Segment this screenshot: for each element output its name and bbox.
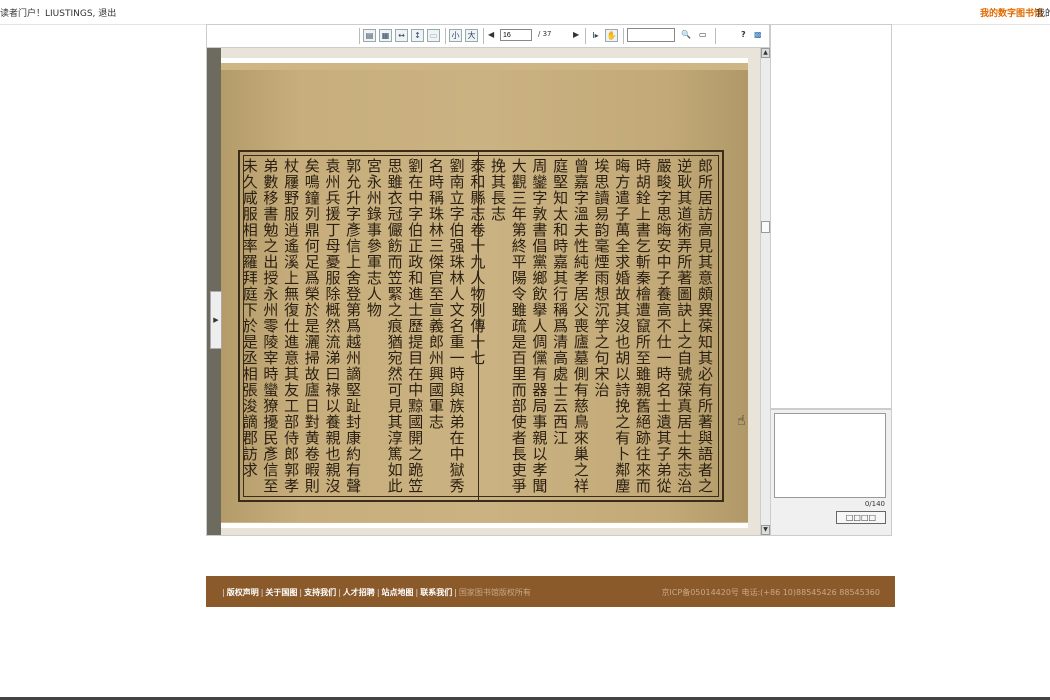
previous-page-icon[interactable]: ◀ [488,30,494,39]
footer-link-jobs[interactable]: 人才招聘 [343,588,375,597]
text-column: 郭允升字彥信上舍登第爲越州謫堅趾封康約有聲攸 [344,158,363,494]
fit-width-icon[interactable]: ↔ [395,29,408,42]
my-reading-link[interactable]: 我的阅 [1036,6,1050,19]
text-frame: 郎所居訪高見其意頗異葆知其必有所著與語者之 逆耿其道術弄所著圖訣上之自號葆真居士朱… [238,150,724,502]
fit-page-icon[interactable]: ▭ [427,29,440,42]
note-input[interactable] [774,413,886,498]
page-area[interactable]: 郎所居訪高見其意頗異葆知其必有所著與語者之 逆耿其道術弄所著圖訣上之自號葆真居士朱… [207,48,760,535]
page-number-input[interactable] [500,29,532,41]
next-page-icon[interactable]: ▶ [573,30,579,39]
toolbar-separator [483,28,484,44]
scroll-up-icon[interactable]: ▲ [761,48,770,58]
text-column: 劉在中字伯正政和進士歷提目在中黥國開之跪笠謝 [406,158,425,494]
character-count: 0/140 [864,500,885,508]
qr-code-icon[interactable]: ▩ [754,30,762,39]
text-column: 嚴畯字思晦安中子養高不仕一時名士遺其子弟從游 [654,158,673,494]
footer-link-sitemap[interactable]: 站点地图 [382,588,414,597]
fullscreen-icon[interactable]: ▭ [699,30,707,39]
toolbar-separator [623,28,624,44]
search-input[interactable] [627,28,675,42]
footer-link-about[interactable]: 关于国图 [265,588,297,597]
text-column: 泰和縣志卷十九人物列傳十七 [468,158,487,366]
text-column: 矣鳴鐘列鼎何足爲榮於是灑掃故廬日對黄卷暇則 [302,158,321,494]
footer-link-contact[interactable]: 联系我们 [420,588,452,597]
viewer-toolbar: ▤ ▦ ↔ ↕ ▭ 小 大 ◀ / 37 ▶ I▸ ✋ 🔍 ▭ ? ▩ [207,25,769,48]
expand-sidebar-icon[interactable]: ▶ [210,291,222,349]
user-greeting: 读者门户！LIUSTINGS, 退出 [0,6,116,19]
fit-height-icon[interactable]: ↕ [411,29,424,42]
logout-link[interactable]: 退出 [98,9,116,19]
scroll-down-icon[interactable]: ▼ [761,525,770,535]
text-column: 思雖衣冠儼飭而笠緊之痕猶宛然可見其淳篤如此 [385,158,404,494]
text-column: 時胡銓上書乞斬秦檜遭竄所至雖親舊絕跡往來而思 [633,158,652,494]
search-icon[interactable]: 🔍 [681,30,691,39]
footer-link-copyright[interactable]: 版权声明 [227,588,259,597]
document-viewer: ▤ ▦ ↔ ↕ ▭ 小 大 ◀ / 37 ▶ I▸ ✋ 🔍 ▭ ? ▩ [206,24,770,536]
text-column: 杖屨野服逍遙溪上無復仕進意其友工部侍郎郭孝 [282,158,301,494]
text-column: 弟數移書勉之出授永州零陵宰時蠻獠擾民彥信至 [261,158,280,494]
multi-page-view-icon[interactable]: ▦ [379,29,392,42]
text-column: 袁州兵援丁母憂服除概然流涕曰祿以養親也親沒 [323,158,342,494]
hand-tool-icon[interactable]: ✋ [605,29,618,42]
text-column: 未久咸服相率羅拜庭下於是丞相張浚謫郡訪求 [240,158,259,478]
vertical-scrollbar[interactable]: ▲ ▼ [760,48,770,535]
footer-link-support[interactable]: 支持我们 [304,588,336,597]
text-column: 曾嘉字溫夫性純孝居父喪廬墓側有慈鳥來巢之祥黄 [571,158,590,494]
help-icon[interactable]: ? [741,30,746,39]
text-column: 名時稱珠林三傑官至宣義郎州興國軍志 [426,158,445,430]
text-column: 郎所居訪高見其意頗異葆知其必有所著與語者之 [696,158,714,494]
note-panel: 0/140 □□□□ [770,409,892,536]
footer: | 版权声明 | 关于国图 | 支持我们 | 人才招聘 | 站点地图 | 联系我们 | 国家图书馆版权所有… [206,576,895,607]
my-library-link[interactable]: 我的数字图书馆 [980,6,1043,19]
note-submit-button[interactable]: □□□□ [836,511,886,524]
text-column: 挽其長志 [489,158,508,222]
toolbar-separator [445,28,446,44]
footer-copyright: 国家图书馆版权所有 [458,588,531,597]
scroll-thumb[interactable] [761,221,770,233]
top-bar: 读者门户！LIUSTINGS, 退出 我的数字图书馆 我的阅 [0,0,1050,25]
text-column: 劉南立字伯强珠林人文名重一時與族弟在中獄秀齊 [447,158,466,494]
text-column: 逆耿其道術弄所著圖訣上之自號葆真居士朱志治 [675,158,694,494]
page-total: / 37 [538,30,552,38]
text-column: 宮永州錄事參軍志人物 [364,158,383,318]
hand-cursor-icon: ☝ [737,413,746,429]
scanned-page: 郎所居訪高見其意頗異葆知其必有所著與語者之 逆耿其道術弄所著圖訣上之自號葆真居士朱… [221,58,748,528]
text-column: 大觀三年第終平陽令雖疏是百里而部使者長吏爭 [509,158,528,494]
text-column: 晦方遣子萬全求婚故其沒也胡以詩挽之有卜鄰塵 [613,158,632,494]
right-panel [770,24,892,409]
text-select-icon[interactable]: I▸ [589,29,602,42]
toolbar-separator [715,28,716,44]
text-column: 埃思讀易韵毫煙雨想沉竽之句宋治 [592,158,611,398]
page-bottom-band [221,523,748,528]
single-page-view-icon[interactable]: ▤ [363,29,376,42]
page-body: 郎所居訪高見其意頗異葆知其必有所著與語者之 逆耿其道術弄所著圖訣上之自號葆真居士朱… [221,70,748,522]
zoom-in-button[interactable]: 大 [465,29,478,42]
greeting-text: 读者门户！LIUSTINGS, [0,9,96,19]
zoom-out-button[interactable]: 小 [449,29,462,42]
text-column: 周鑾字敦書倡黨鄉飲擧人倜儻有器局事親以孝聞登 [530,158,549,494]
text-column: 庭堅知太和時嘉其行稱爲清高處士云西江 [551,158,570,446]
toolbar-separator [359,28,360,44]
page-top-band [221,58,748,63]
footer-links: | 版权声明 | 关于国图 | 支持我们 | 人才招聘 | 站点地图 | 联系我们 | 国家图书馆版权所有 [222,588,531,597]
footer-icp: 京ICP备05014420号 电话:(+86 10)88545426 88545… [661,588,880,597]
toolbar-separator [585,28,586,44]
